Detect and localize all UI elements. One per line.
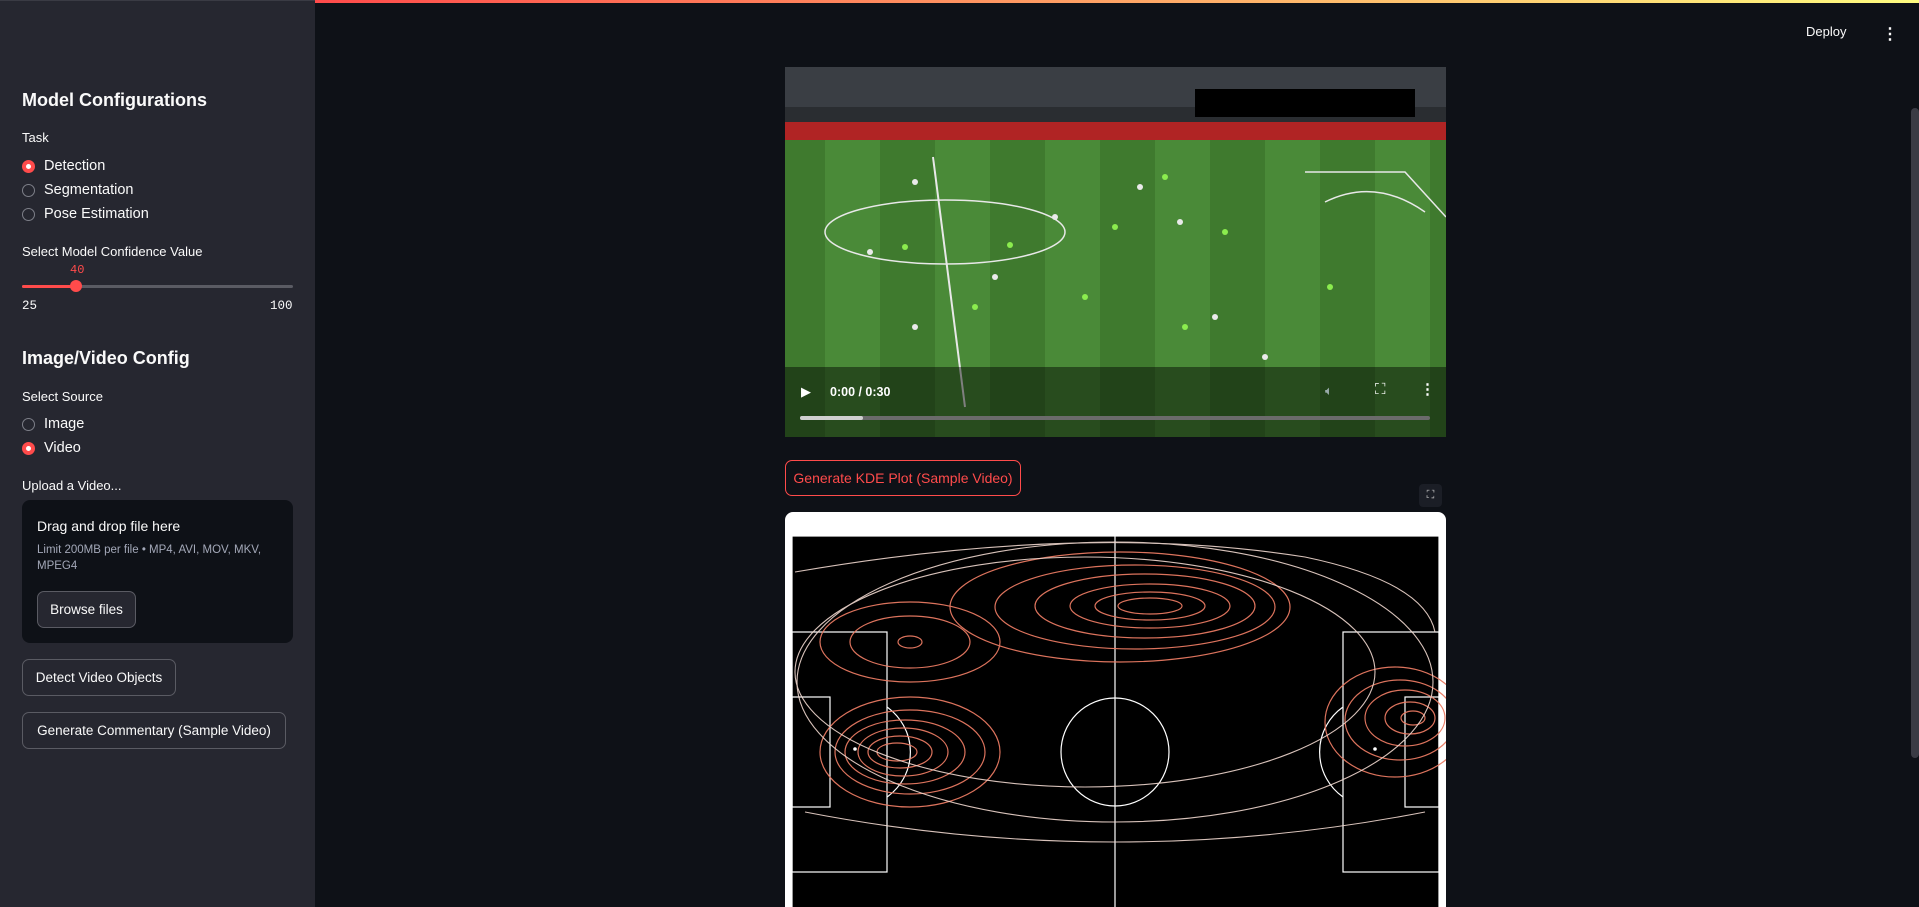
page-scrollbar[interactable]	[1911, 108, 1919, 758]
confidence-slider[interactable]	[22, 280, 293, 292]
radio-selected-icon	[22, 159, 35, 173]
sidebar: Model Configurations Task Detection Segm…	[0, 0, 315, 907]
slider-thumb[interactable]	[70, 280, 83, 292]
slider-value: 40	[70, 263, 85, 277]
slider-min: 25	[22, 299, 38, 313]
file-dropzone[interactable]: Drag and drop file here Limit 200MB per …	[22, 500, 293, 643]
radio-selected-icon	[22, 441, 35, 455]
source-radio-video[interactable]: Video	[22, 440, 81, 456]
task-radio-detection[interactable]: Detection	[22, 158, 105, 174]
upload-label: Upload a Video...	[22, 478, 122, 493]
slider-max: 100	[270, 299, 293, 313]
dropzone-title: Drag and drop file here	[37, 518, 181, 534]
fullscreen-icon[interactable]: ⛶	[1375, 381, 1386, 398]
model-config-title: Model Configurations	[22, 90, 207, 110]
source-radio-image[interactable]: Image	[22, 416, 84, 432]
video-progress-bar[interactable]	[800, 416, 1430, 420]
slider-fill	[22, 285, 77, 288]
deploy-button[interactable]: Deploy	[1806, 24, 1846, 39]
video-progress-fill	[800, 416, 863, 420]
top-decoration-bar	[315, 0, 1919, 3]
radio-label: Detection	[44, 158, 106, 174]
kde-plot-image	[785, 512, 1446, 907]
confidence-label: Select Model Confidence Value	[22, 244, 203, 259]
generate-commentary-button[interactable]: Generate Commentary (Sample Video)	[22, 712, 286, 749]
video-player[interactable]: ▶ 0:00 / 0:30 🔈︎ ⛶ ⋮	[785, 67, 1446, 437]
radio-label: Segmentation	[44, 182, 134, 198]
radio-label: Pose Estimation	[44, 206, 149, 222]
dropzone-limits: Limit 200MB per file • MP4, AVI, MOV, MK…	[37, 544, 262, 572]
radio-unselected-icon	[22, 417, 35, 431]
kde-pitch-plot	[791, 535, 1446, 907]
play-icon[interactable]: ▶	[801, 384, 811, 400]
browse-files-button[interactable]: Browse files	[37, 591, 136, 628]
generate-kde-plot-button[interactable]: Generate KDE Plot (Sample Video)	[785, 460, 1021, 496]
volume-icon[interactable]: 🔈︎	[1325, 383, 1333, 399]
task-label: Task	[22, 130, 49, 145]
source-label: Select Source	[22, 389, 103, 404]
detect-video-objects-button[interactable]: Detect Video Objects	[22, 659, 176, 696]
video-frame	[785, 67, 1446, 437]
source-config-title: Image/Video Config	[22, 348, 190, 368]
task-radio-segmentation[interactable]: Segmentation	[22, 182, 133, 198]
video-time: 0:00 / 0:30	[830, 385, 891, 399]
radio-unselected-icon	[22, 183, 35, 197]
task-radio-pose-estimation[interactable]: Pose Estimation	[22, 206, 149, 222]
video-menu-icon[interactable]: ⋮	[1420, 380, 1435, 398]
radio-unselected-icon	[22, 207, 35, 221]
kebab-icon[interactable]: ⋮	[1882, 24, 1898, 44]
radio-label: Image	[44, 416, 85, 432]
radio-label: Video	[44, 440, 81, 456]
expand-icon[interactable]: ⛶	[1419, 484, 1442, 507]
